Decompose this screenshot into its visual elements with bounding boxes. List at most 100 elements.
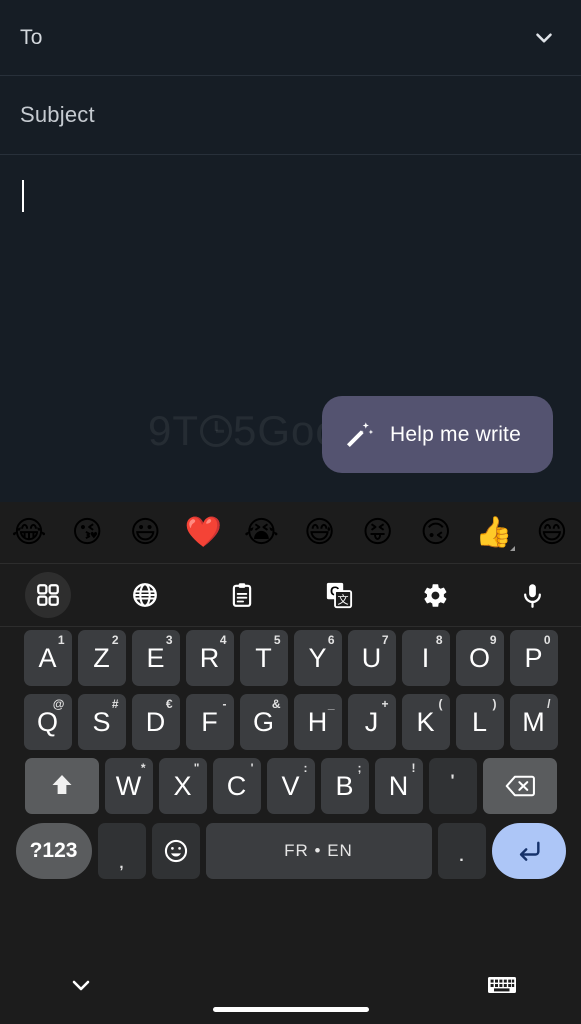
comma-key[interactable]: , xyxy=(97,823,146,879)
hide-keyboard-button[interactable] xyxy=(62,974,100,998)
key-a[interactable]: A1 xyxy=(23,630,72,686)
emoji-thumbs-up[interactable]: 👍 xyxy=(465,502,523,563)
space-key[interactable]: FR • EN xyxy=(205,823,432,879)
emoji-loudly-crying-face[interactable]: 😭 xyxy=(232,502,290,563)
emoji-face-with-tears-of-joy[interactable]: 😂 xyxy=(0,502,58,563)
compose-area: To Subject 9T 5Google Help me write xyxy=(0,0,581,502)
key-main-label: U xyxy=(361,642,382,673)
key-secondary-label: € xyxy=(165,697,173,711)
key-o[interactable]: O9 xyxy=(455,630,504,686)
settings-gear-icon[interactable] xyxy=(413,572,459,618)
key-main-label: J xyxy=(364,706,379,737)
key-main-label: R xyxy=(199,642,220,673)
key-secondary-label: 2 xyxy=(111,633,119,647)
key-main-label: K xyxy=(416,706,435,737)
toolbar-cell-language[interactable] xyxy=(97,564,194,626)
key-secondary-label: # xyxy=(111,697,119,711)
apostrophe-key[interactable]: ' xyxy=(428,758,477,814)
key-w[interactable]: W * xyxy=(104,758,153,814)
apps-grid-icon[interactable] xyxy=(25,572,72,618)
key-z[interactable]: Z2 xyxy=(77,630,126,686)
emoji-upside-down-face[interactable]: 🙃 xyxy=(407,502,465,563)
keyboard-row-1: A1Z2E3R4T5Y6U7I8O9P0 xyxy=(0,630,581,686)
translate-icon[interactable]: G 文 xyxy=(316,572,362,618)
key-p[interactable]: P0 xyxy=(509,630,558,686)
emoji-squinting-face-with-tongue[interactable]: 😝 xyxy=(349,502,407,563)
comma-key-label: , xyxy=(119,855,124,872)
emoji-grinning-face-with-big-eyes[interactable]: 😃 xyxy=(116,502,174,563)
keyboard-icon xyxy=(488,977,516,993)
home-indicator[interactable] xyxy=(212,1007,369,1012)
key-v[interactable]: V: xyxy=(266,758,315,814)
keyboard-toolbar: G 文 xyxy=(0,564,581,627)
help-me-write-label: Help me write xyxy=(390,422,521,446)
system-navigation-bar xyxy=(0,942,581,1024)
key-m[interactable]: M / xyxy=(509,694,558,750)
key-y[interactable]: Y6 xyxy=(293,630,342,686)
key-main-label: W xyxy=(115,770,142,801)
backspace-key[interactable] xyxy=(482,758,557,814)
key-secondary-label: 9 xyxy=(489,633,497,647)
key-secondary-label: / xyxy=(547,697,551,711)
key-l[interactable]: L) xyxy=(455,694,504,750)
chevron-down-icon[interactable] xyxy=(527,21,561,55)
subject-field-label: Subject xyxy=(20,102,95,127)
key-main-label: N xyxy=(388,770,409,801)
key-k[interactable]: K( xyxy=(401,694,450,750)
period-key[interactable]: . xyxy=(437,823,486,879)
shift-icon xyxy=(52,775,71,794)
key-main-label: S xyxy=(92,706,111,737)
key-b[interactable]: B; xyxy=(320,758,369,814)
key-h[interactable]: H _ xyxy=(293,694,342,750)
key-g[interactable]: G & xyxy=(239,694,288,750)
clipboard-icon[interactable] xyxy=(219,572,265,618)
shift-key[interactable] xyxy=(24,758,99,814)
key-main-label: G xyxy=(252,706,274,737)
key-j[interactable]: J + xyxy=(347,694,396,750)
key-n[interactable]: N! xyxy=(374,758,423,814)
key-main-label: Y xyxy=(308,642,327,673)
symbols-key[interactable]: ?123 xyxy=(15,823,92,879)
emoji-face-blowing-a-kiss[interactable]: 😘 xyxy=(58,502,116,563)
microphone-icon[interactable] xyxy=(510,572,556,618)
key-t[interactable]: T5 xyxy=(239,630,288,686)
toolbar-cell-translate[interactable]: G 文 xyxy=(290,564,387,626)
key-r[interactable]: R4 xyxy=(185,630,234,686)
enter-key[interactable] xyxy=(491,823,566,879)
key-secondary-label: & xyxy=(271,697,281,711)
backspace-icon xyxy=(505,775,535,797)
key-e[interactable]: E3 xyxy=(131,630,180,686)
enter-icon xyxy=(519,841,540,861)
emoji-grinning-face-with-smiling-eyes[interactable]: 😄 xyxy=(523,502,581,563)
toolbar-cell-voice[interactable] xyxy=(484,564,581,626)
key-i[interactable]: I8 xyxy=(401,630,450,686)
gmail-compose-screen: To Subject 9T 5Google Help me write 😂 😘 … xyxy=(0,0,581,1024)
emoji-key[interactable] xyxy=(151,823,200,879)
globe-icon[interactable] xyxy=(122,572,168,618)
key-q[interactable]: Q @ xyxy=(23,694,72,750)
subject-field[interactable]: Subject xyxy=(0,76,581,155)
key-c[interactable]: C ' xyxy=(212,758,261,814)
key-s[interactable]: S # xyxy=(77,694,126,750)
key-secondary-label: 5 xyxy=(273,633,281,647)
key-u[interactable]: U7 xyxy=(347,630,396,686)
keyboard-row-3: W * X " C ' V: B; N! ' xyxy=(0,758,581,814)
help-me-write-button[interactable]: Help me write xyxy=(322,396,553,473)
emoji-grinning-face-with-sweat[interactable]: 😅 xyxy=(290,502,348,563)
key-secondary-label: 3 xyxy=(165,633,173,647)
key-x[interactable]: X " xyxy=(158,758,207,814)
toolbar-cell-clipboard[interactable] xyxy=(194,564,291,626)
key-secondary-label: - xyxy=(222,697,227,711)
emoji-smiley-icon xyxy=(164,839,187,863)
key-main-label: X xyxy=(173,770,192,801)
key-d[interactable]: D € xyxy=(131,694,180,750)
key-main-label: O xyxy=(468,642,490,673)
toolbar-cell-settings[interactable] xyxy=(387,564,484,626)
toolbar-cell-apps[interactable] xyxy=(0,564,97,626)
to-field[interactable]: To xyxy=(0,0,581,76)
key-secondary-label: " xyxy=(193,761,200,775)
emoji-red-heart[interactable]: ❤️ xyxy=(174,502,232,563)
key-f[interactable]: F- xyxy=(185,694,234,750)
keyboard-switch-button[interactable] xyxy=(485,972,519,998)
key-secondary-label: 0 xyxy=(543,633,551,647)
